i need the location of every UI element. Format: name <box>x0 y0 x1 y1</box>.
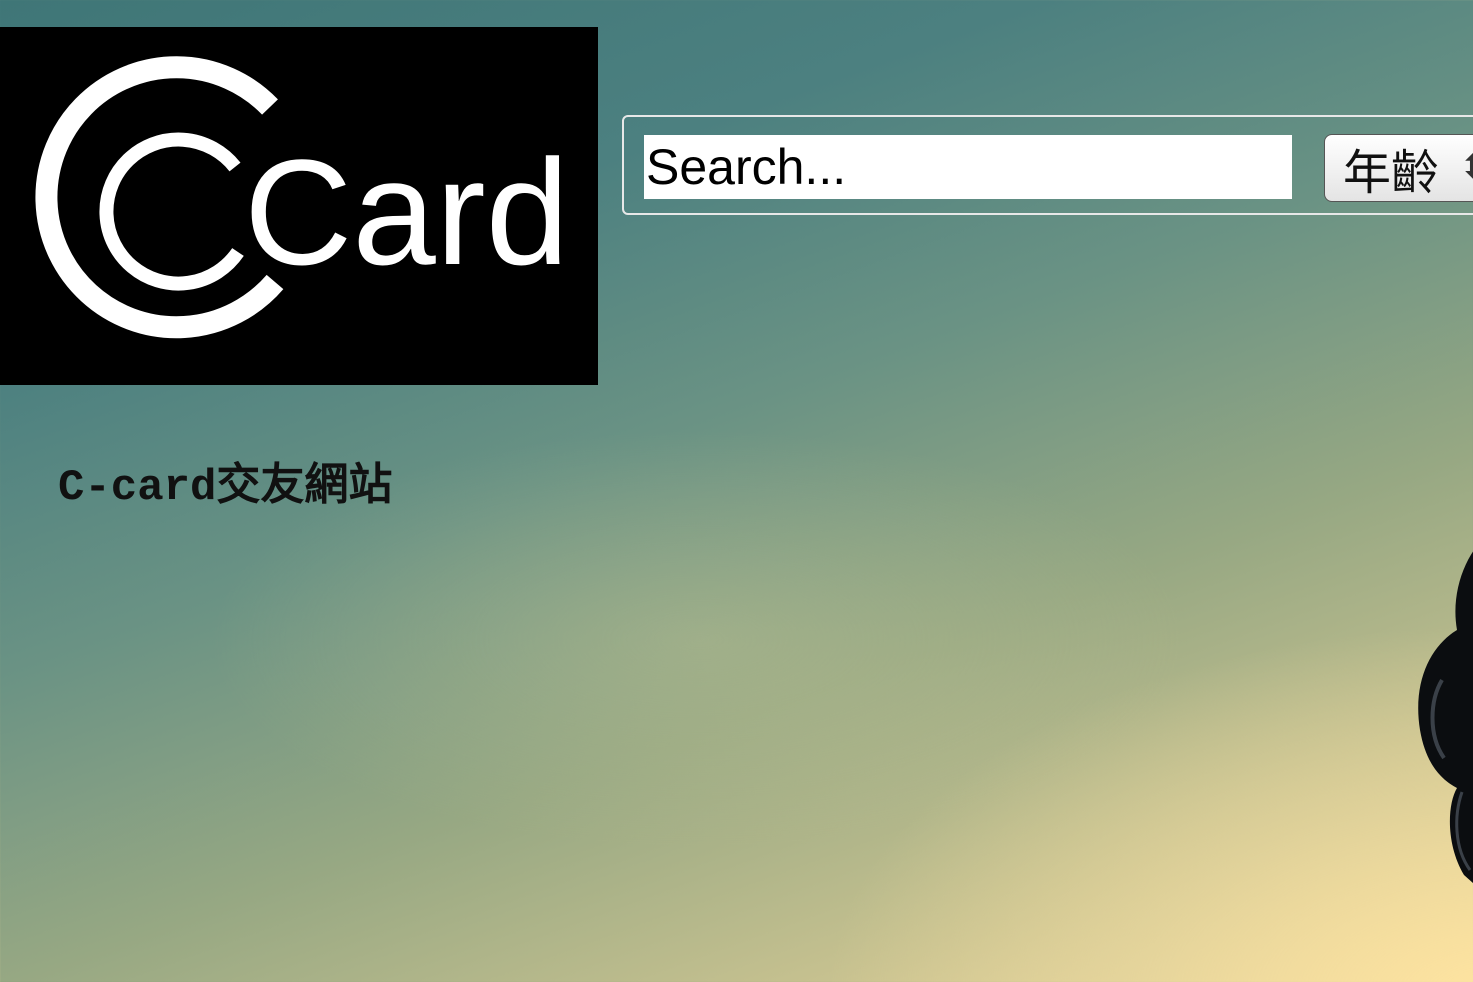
c-card-logo-icon: Card <box>35 56 569 339</box>
logo-wordmark: Card <box>244 128 569 296</box>
age-filter-label: 年齡 <box>1343 145 1440 201</box>
site-title: C-card交友網站 <box>58 463 393 513</box>
search-form: 年齡 ⬍ <box>622 115 1473 215</box>
person-silhouette-image <box>1412 530 1473 900</box>
select-arrows-icon: ⬍ <box>1459 150 1473 186</box>
search-input[interactable] <box>644 135 1292 199</box>
site-logo[interactable]: Card <box>0 27 598 385</box>
age-filter-select[interactable]: 年齡 ⬍ <box>1324 134 1473 202</box>
